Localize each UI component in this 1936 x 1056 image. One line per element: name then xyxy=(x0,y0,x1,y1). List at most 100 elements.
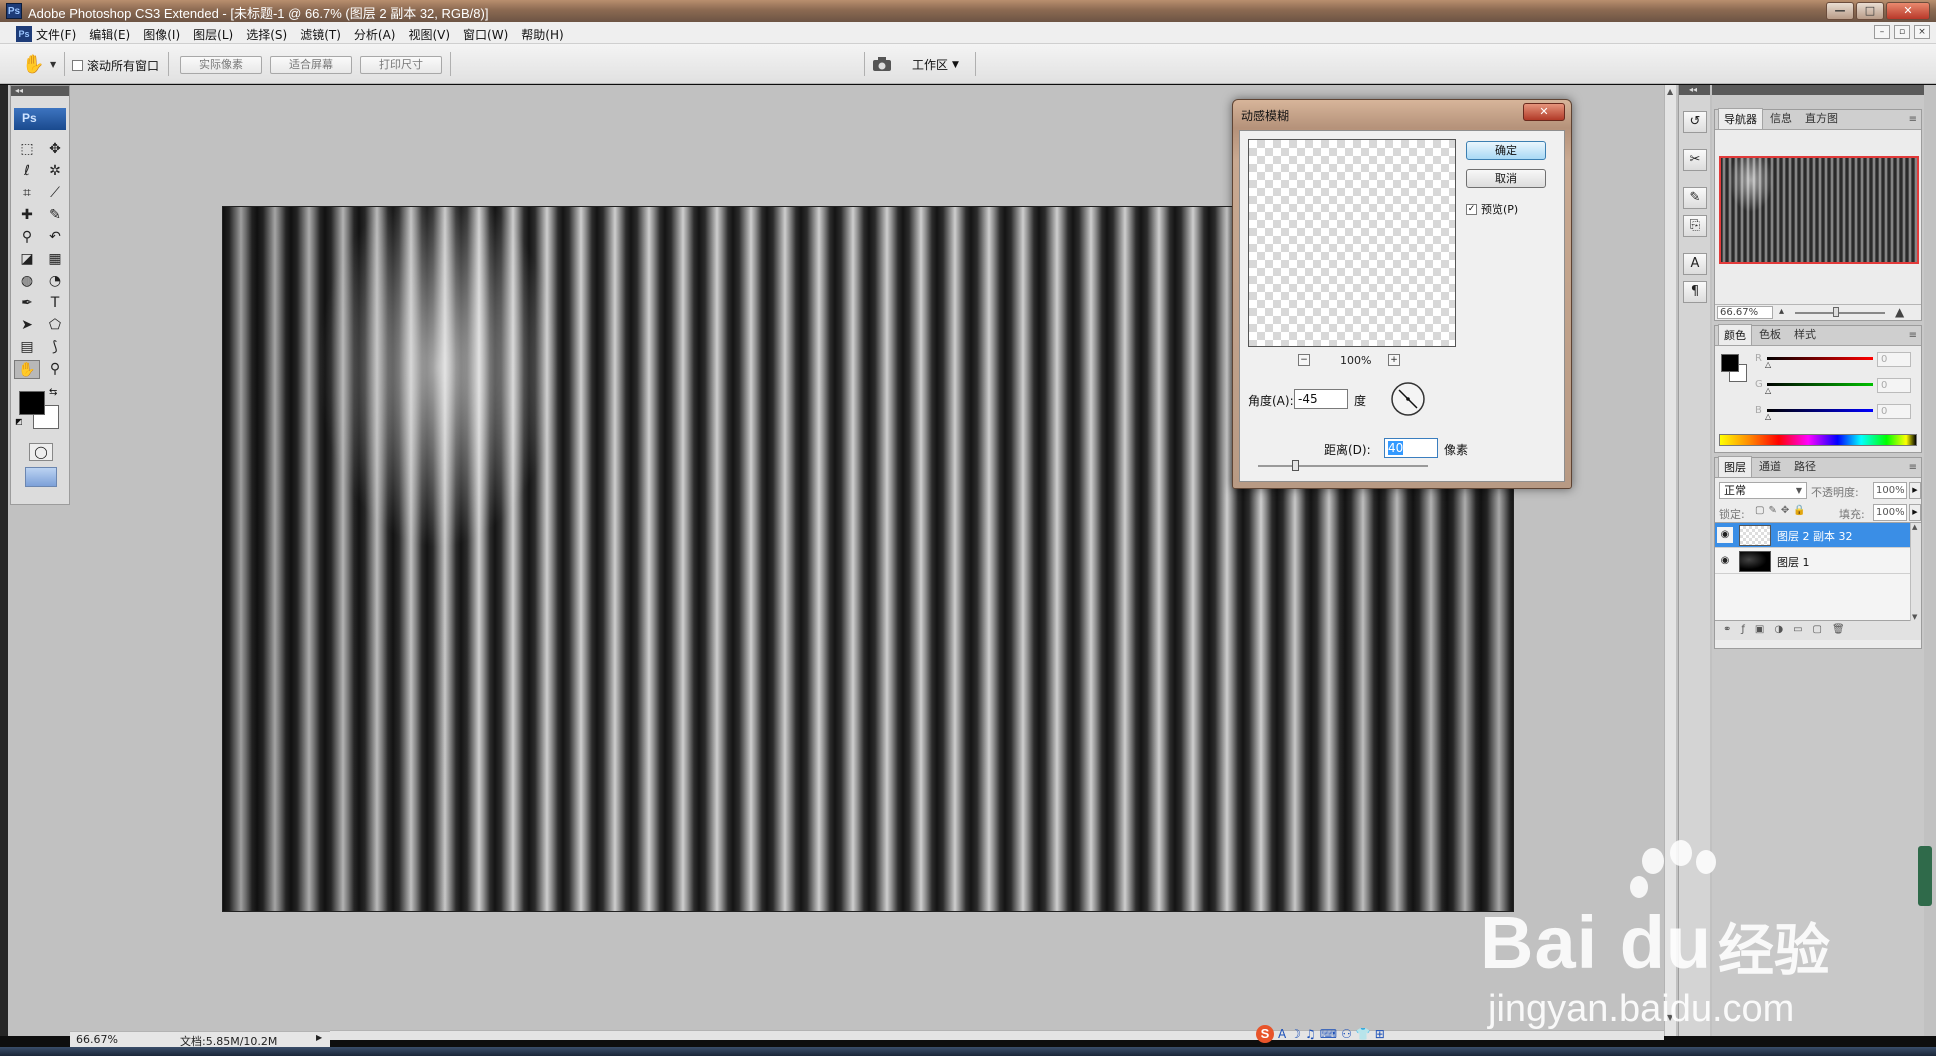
zoom-out-mountain-icon[interactable]: ▴ xyxy=(1779,306,1784,317)
scroll-all-checkbox[interactable] xyxy=(72,60,83,71)
brush-icon[interactable]: ✎ xyxy=(42,206,68,225)
marquee-icon[interactable]: ⬚ xyxy=(14,140,40,159)
workspace-menu[interactable]: 工作区 ▼ xyxy=(912,56,959,73)
lock-icons[interactable]: ▢✎✥🔒 xyxy=(1755,505,1810,516)
crop-icon[interactable]: ⌗ xyxy=(14,184,40,203)
slider-pointer-icon[interactable]: △ xyxy=(1765,360,1771,369)
horizontal-scrollbar[interactable] xyxy=(330,1030,1664,1040)
vertical-scrollbar[interactable]: ▲ ▼ xyxy=(1664,85,1676,1036)
tab-color[interactable]: 颜色 xyxy=(1718,324,1752,345)
preview-zoom-in-button[interactable]: + xyxy=(1388,354,1400,366)
opacity-field[interactable]: 100% xyxy=(1873,482,1907,499)
angle-input[interactable]: -45 xyxy=(1294,389,1348,409)
minimize-button[interactable]: — xyxy=(1826,2,1854,20)
doc-minimize-button[interactable]: – xyxy=(1874,25,1890,39)
zoom-icon[interactable]: ⚲ xyxy=(42,360,68,379)
layers-footer-icons[interactable]: ⚭ƒ▣◑▭▢🗑 xyxy=(1715,620,1921,640)
layer-row[interactable]: ◉ 图层 2 副本 32 xyxy=(1715,523,1911,548)
tab-navigator[interactable]: 导航器 xyxy=(1718,108,1763,129)
panel-menu-icon[interactable]: ≡ xyxy=(1909,462,1917,473)
pen-icon[interactable]: ✒ xyxy=(14,294,40,313)
slider-pointer-icon[interactable]: △ xyxy=(1765,412,1771,421)
default-colors-icon[interactable]: ◩ xyxy=(15,417,23,426)
fill-field[interactable]: 100% xyxy=(1873,504,1907,521)
type-icon[interactable]: T xyxy=(42,294,68,313)
tab-layers[interactable]: 图层 xyxy=(1718,456,1752,477)
history-icon[interactable]: ↺ xyxy=(1683,111,1707,133)
print-size-button[interactable]: 打印尺寸 xyxy=(360,56,442,74)
gradient-icon[interactable]: ▦ xyxy=(42,250,68,269)
magic-wand-icon[interactable]: ✲ xyxy=(42,162,68,181)
paragraph-icon[interactable]: ¶ xyxy=(1683,281,1707,303)
distance-slider-knob[interactable] xyxy=(1292,460,1299,471)
menu-window[interactable]: 窗口(W) xyxy=(463,26,508,43)
tab-info[interactable]: 信息 xyxy=(1764,107,1798,129)
character-icon[interactable]: A xyxy=(1683,253,1707,275)
close-window-button[interactable]: ✕ xyxy=(1886,2,1930,20)
actual-pixels-button[interactable]: 实际像素 xyxy=(180,56,262,74)
green-channel-slider[interactable] xyxy=(1767,383,1873,386)
doc-restore-button[interactable]: ▫ xyxy=(1894,25,1910,39)
bridge-icon[interactable] xyxy=(872,56,892,72)
eraser-icon[interactable]: ◪ xyxy=(14,250,40,269)
menu-view[interactable]: 视图(V) xyxy=(408,26,450,43)
preview-option[interactable]: ✓ 预览(P) xyxy=(1466,201,1518,217)
layer-row[interactable]: ◉ 图层 1 xyxy=(1715,549,1911,574)
notes-icon[interactable]: ▤ xyxy=(14,338,40,357)
ps-menu-icon[interactable]: Ps xyxy=(16,26,32,42)
panel-menu-icon[interactable]: ≡ xyxy=(1909,330,1917,341)
clone-source-icon[interactable]: ⎘ xyxy=(1683,215,1707,237)
tab-swatches[interactable]: 色板 xyxy=(1753,323,1787,345)
ime-sound-icon[interactable]: ♫ xyxy=(1305,1027,1316,1041)
navigator-zoom-field[interactable]: 66.67% xyxy=(1717,306,1773,319)
cancel-button[interactable]: 取消 xyxy=(1466,169,1546,188)
blue-channel-value[interactable]: 0 xyxy=(1877,404,1911,419)
eye-icon[interactable]: ◉ xyxy=(1717,527,1733,543)
move-icon[interactable]: ✥ xyxy=(42,140,68,159)
ime-keyboard-icon[interactable]: ⌨ xyxy=(1320,1027,1337,1041)
fill-arrow-icon[interactable]: ▶ xyxy=(1909,504,1921,521)
eyedropper-icon[interactable]: ⟆ xyxy=(42,338,68,357)
tab-channels[interactable]: 通道 xyxy=(1753,455,1787,477)
ime-skin-icon[interactable]: 👕 xyxy=(1356,1027,1371,1041)
tools-preset-icon[interactable]: ✂ xyxy=(1683,149,1707,171)
angle-dial[interactable] xyxy=(1390,381,1426,417)
toolbox-collapse-grip[interactable]: ◂◂ xyxy=(11,86,69,96)
blur-icon[interactable]: ◍ xyxy=(14,272,40,291)
layers-scrollbar[interactable]: ▲ ▼ xyxy=(1910,523,1921,621)
navigator-thumbnail[interactable] xyxy=(1719,156,1919,264)
red-channel-slider[interactable] xyxy=(1767,357,1873,360)
fit-screen-button[interactable]: 适合屏幕 xyxy=(270,56,352,74)
tab-histogram[interactable]: 直方图 xyxy=(1799,107,1844,129)
menu-layer[interactable]: 图层(L) xyxy=(193,26,233,43)
sogou-ime-icon[interactable]: S xyxy=(1256,1025,1274,1043)
distance-input[interactable]: 40 xyxy=(1384,438,1438,458)
scroll-down-icon[interactable]: ▼ xyxy=(1912,613,1917,621)
menu-select[interactable]: 选择(S) xyxy=(246,26,287,43)
ime-toolbox-icon[interactable]: ⊞ xyxy=(1375,1027,1385,1041)
filter-preview[interactable] xyxy=(1248,139,1456,347)
swap-colors-icon[interactable]: ⇆ xyxy=(49,387,57,398)
status-zoom[interactable]: 66.67% xyxy=(76,1033,118,1046)
maximize-button[interactable]: □ xyxy=(1856,2,1884,20)
hand-icon[interactable]: ✋ xyxy=(14,360,40,379)
scroll-down-icon[interactable]: ▼ xyxy=(1667,1013,1673,1022)
menu-image[interactable]: 图像(I) xyxy=(143,26,180,43)
color-spectrum-bar[interactable] xyxy=(1719,434,1917,446)
dialog-close-button[interactable]: ✕ xyxy=(1523,103,1565,121)
doc-close-button[interactable]: × xyxy=(1914,25,1930,39)
shape-icon[interactable]: ⬠ xyxy=(42,316,68,335)
menu-analysis[interactable]: 分析(A) xyxy=(354,26,396,43)
slice-icon[interactable]: ⟋ xyxy=(42,184,68,203)
ime-mode-icon[interactable]: A xyxy=(1278,1027,1286,1041)
ime-punctuation-icon[interactable]: ☽ xyxy=(1290,1027,1301,1041)
ok-button[interactable]: 确定 xyxy=(1466,141,1546,160)
clone-stamp-icon[interactable]: ⚲ xyxy=(14,228,40,247)
lasso-icon[interactable]: ℓ xyxy=(14,162,40,181)
panel-column-grip[interactable] xyxy=(1712,85,1924,95)
scroll-all-windows-option[interactable]: 滚动所有窗口 xyxy=(72,57,159,74)
blue-channel-slider[interactable] xyxy=(1767,409,1873,412)
preview-zoom-out-button[interactable]: − xyxy=(1298,354,1310,366)
slider-pointer-icon[interactable]: △ xyxy=(1765,386,1771,395)
path-select-icon[interactable]: ➤ xyxy=(14,316,40,335)
